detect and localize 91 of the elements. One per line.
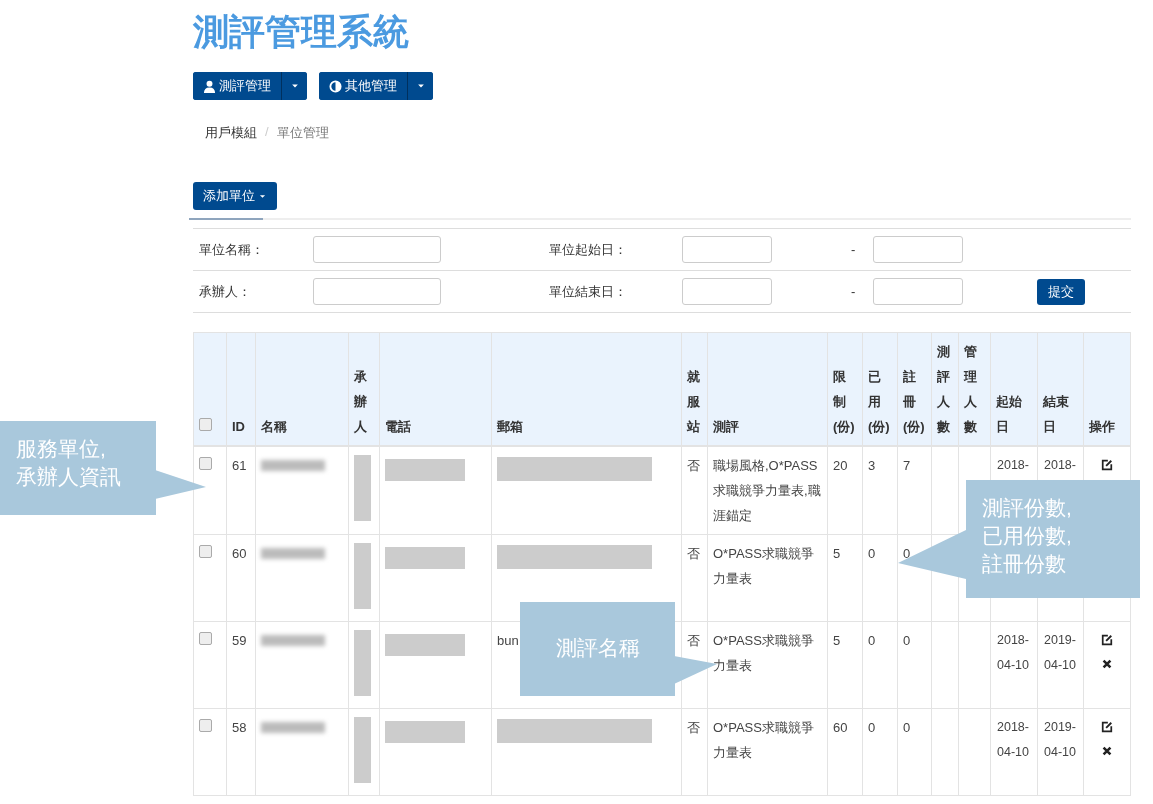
table-cell: 60 <box>833 720 848 735</box>
table-cell: 0 <box>868 546 876 561</box>
submit-button[interactable]: 提交 <box>1037 278 1085 305</box>
date-field[interactable] <box>682 236 772 263</box>
row-checkbox[interactable] <box>199 457 212 470</box>
redacted-text <box>261 635 325 646</box>
table-cell: 否 <box>687 546 700 561</box>
column-header: 就服站 <box>687 369 700 434</box>
table-cell: O*PASS求職競爭力量表 <box>713 546 814 586</box>
row-checkbox[interactable] <box>199 632 212 645</box>
column-header: 起始日 <box>996 394 1022 434</box>
table-cell: 2018-04-10 <box>997 633 1029 672</box>
callout-pointer <box>898 530 966 579</box>
date-field[interactable] <box>873 236 963 263</box>
field-label: 單位名稱： <box>198 240 265 259</box>
dropdown-toggle[interactable] <box>281 72 307 100</box>
breadcrumb-item: 單位管理 <box>276 124 329 142</box>
row-checkbox[interactable] <box>199 545 212 558</box>
table-cell: 職場風格,O*PASS求職競爭力量表,職涯錨定 <box>713 458 821 523</box>
input-field[interactable] <box>313 278 441 305</box>
column-header: 操作 <box>1089 419 1115 434</box>
redacted-block <box>354 630 371 696</box>
range-separator: - <box>850 242 857 257</box>
table-cell: 否 <box>687 633 700 648</box>
redacted-block <box>354 455 371 521</box>
column-header: 已用(份) <box>868 369 890 434</box>
delete-icon[interactable] <box>1101 658 1113 670</box>
delete-icon[interactable] <box>1101 745 1113 757</box>
table-cell: 59 <box>232 633 247 648</box>
table-cell: O*PASS求職競爭力量表 <box>713 720 814 760</box>
row-checkbox[interactable] <box>199 719 212 732</box>
edit-icon[interactable] <box>1101 634 1113 646</box>
table-cell: 0 <box>903 633 911 648</box>
column-header: 電話 <box>385 419 411 434</box>
breadcrumb-separator: / <box>265 124 269 141</box>
column-header: 管理人數 <box>964 344 977 434</box>
edit-icon[interactable] <box>1101 721 1113 733</box>
redacted-text <box>261 722 325 733</box>
table-cell: O*PASS求職競爭力量表 <box>713 633 814 673</box>
edit-icon[interactable] <box>1101 459 1113 471</box>
table-cell: 2018- <box>997 458 1029 472</box>
table-cell: 7 <box>903 458 911 473</box>
table-cell: 2019-04-10 <box>1044 633 1076 672</box>
column-header: 限制(份) <box>833 369 855 434</box>
table-cell: 3 <box>868 458 876 473</box>
app-title: 測評管理系統 <box>193 10 410 54</box>
table-cell: 否 <box>687 720 700 735</box>
date-field[interactable] <box>873 278 963 305</box>
table-cell: 2018-04-10 <box>997 720 1029 759</box>
user-icon <box>203 79 216 93</box>
field-label: 單位起始日： <box>548 240 628 259</box>
table-cell: 否 <box>687 458 700 473</box>
column-header: 註冊(份) <box>903 369 925 434</box>
table-cell: 58 <box>232 720 247 735</box>
contrast-icon <box>329 79 342 93</box>
table-cell: 20 <box>833 458 848 473</box>
table-cell: 61 <box>232 458 247 473</box>
table-cell: 5 <box>833 546 841 561</box>
breadcrumb-item[interactable]: 用戶模組 <box>205 124 257 142</box>
redacted-text <box>261 548 325 559</box>
range-separator: - <box>850 284 857 299</box>
callout-pointer <box>155 470 206 499</box>
column-header: 結束日 <box>1043 394 1069 434</box>
table-cell: 0 <box>903 546 911 561</box>
table-cell: 5 <box>833 633 841 648</box>
annotation-callout: 服務單位, 承辦人資訊 <box>0 421 156 515</box>
table-cell: 2018- <box>1044 458 1076 472</box>
add-unit-button[interactable]: 添加單位 <box>193 182 277 210</box>
table-cell: 60 <box>232 546 247 561</box>
annotation-callout: 測評名稱 <box>520 602 675 696</box>
column-header: 承辦人 <box>354 369 367 434</box>
redacted-text <box>261 460 325 471</box>
table-cell: 0 <box>868 633 876 648</box>
column-header: 測評人數 <box>937 344 950 434</box>
table-cell: bun <box>497 633 519 648</box>
date-field[interactable] <box>682 278 772 305</box>
table-cell: 2019-04-10 <box>1044 720 1076 759</box>
column-header: 名稱 <box>261 419 287 434</box>
dropdown-toggle[interactable] <box>407 72 433 100</box>
annotation-callout: 測評份數, 已用份數, 註冊份數 <box>966 480 1140 598</box>
field-label: 單位結束日： <box>548 282 628 301</box>
select-all-checkbox[interactable] <box>199 418 212 431</box>
column-header: 郵箱 <box>497 419 523 434</box>
table-cell: 0 <box>903 720 911 735</box>
table-cell: 0 <box>868 720 876 735</box>
field-label: 承辦人： <box>198 282 252 301</box>
redacted-block <box>354 543 371 609</box>
column-header: 測評 <box>713 419 739 434</box>
column-header: ID <box>232 419 245 434</box>
input-field[interactable] <box>313 236 441 263</box>
redacted-block <box>354 717 371 783</box>
